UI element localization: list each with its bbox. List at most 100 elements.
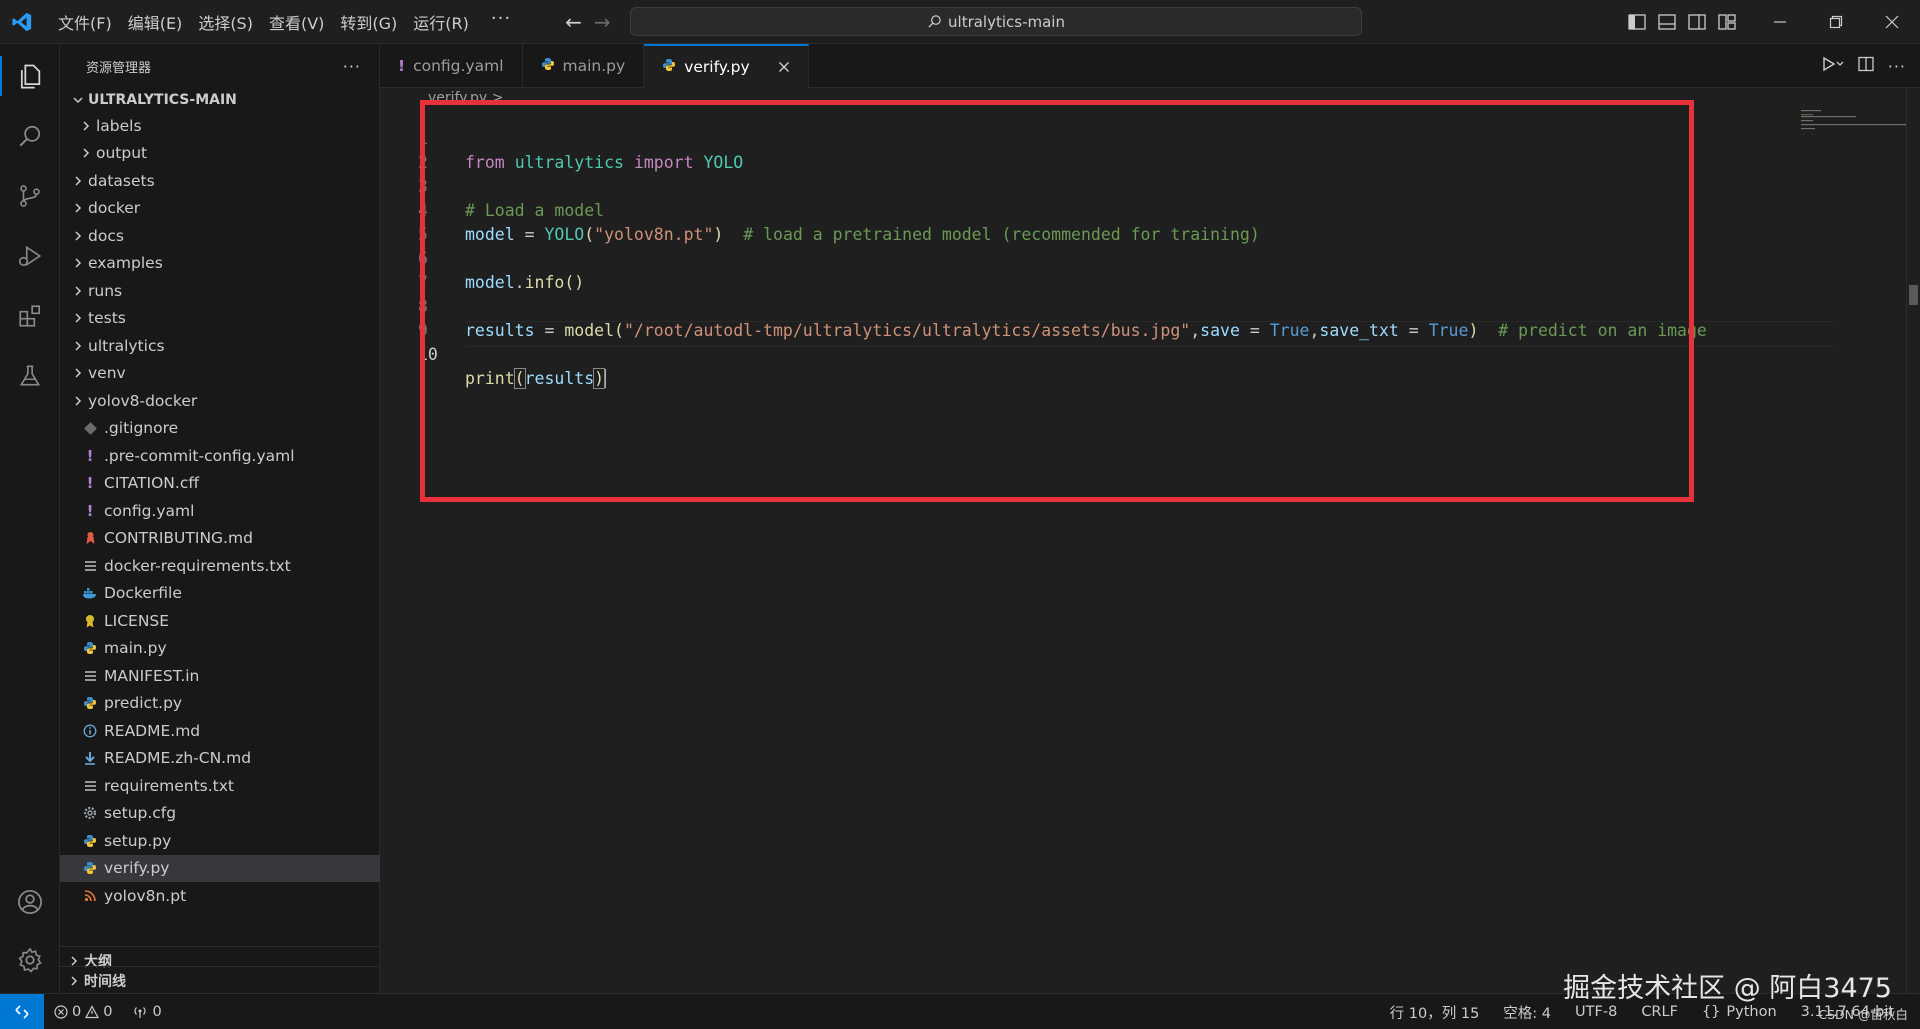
ports-count: 0	[152, 1003, 162, 1020]
file-item[interactable]: verify.py	[60, 854, 380, 882]
menu-bar: 文件(F) 编辑(E) 选择(S) 查看(V) 转到(G) 运行(R) ···	[50, 6, 525, 38]
back-arrow-icon[interactable]: ←	[565, 10, 582, 34]
forward-arrow-icon[interactable]: →	[594, 10, 611, 34]
activity-bar	[0, 44, 60, 993]
run-debug-icon[interactable]	[0, 228, 60, 284]
chevron-right-icon	[76, 120, 96, 132]
file-item[interactable]: predict.py	[60, 690, 380, 718]
manage-gear-icon[interactable]	[0, 932, 60, 988]
folder-item[interactable]: venv	[60, 360, 380, 388]
indentation[interactable]: 空格: 4	[1503, 1002, 1551, 1023]
chevron-right-icon	[68, 175, 88, 187]
tab-verify-py[interactable]: verify.py	[644, 44, 809, 88]
file-item[interactable]: ! CITATION.cff	[60, 470, 380, 498]
remote-indicator-icon[interactable]	[0, 993, 44, 1029]
file-item[interactable]: Dockerfile	[60, 580, 380, 608]
minimize-button[interactable]	[1752, 0, 1808, 44]
accounts-icon[interactable]	[0, 874, 60, 930]
menu-more-button[interactable]: ···	[477, 8, 525, 35]
folder-item[interactable]: examples	[60, 250, 380, 278]
tree-item-label: ultralytics	[88, 336, 165, 355]
toggle-primary-sidebar-icon[interactable]	[1622, 0, 1652, 44]
file-item[interactable]: ! .pre-commit-config.yaml	[60, 442, 380, 470]
run-python-file-icon[interactable]	[1822, 56, 1844, 76]
end-of-line[interactable]: CRLF	[1641, 1004, 1678, 1020]
file-item[interactable]: README.zh-CN.md	[60, 745, 380, 773]
toggle-panel-icon[interactable]	[1652, 0, 1682, 44]
chevron-right-icon	[68, 395, 88, 407]
menu-item[interactable]: 运行(R)	[405, 6, 477, 38]
tree-item-label: main.py	[104, 639, 167, 658]
testing-flask-icon[interactable]	[0, 348, 60, 404]
tree-item-label: LICENSE	[104, 611, 170, 630]
language-label: Python	[1726, 1004, 1777, 1020]
tab-config-yaml[interactable]: ! config.yaml	[380, 44, 523, 88]
chevron-right-icon	[68, 257, 88, 269]
toggle-secondary-sidebar-icon[interactable]	[1682, 0, 1712, 44]
extensions-icon[interactable]	[0, 288, 60, 344]
search-view-icon[interactable]	[0, 108, 60, 164]
encoding[interactable]: UTF-8	[1575, 1004, 1617, 1020]
contributing-file-icon	[80, 531, 100, 545]
file-item[interactable]: MANIFEST.in	[60, 662, 380, 690]
file-item[interactable]: main.py	[60, 635, 380, 663]
editor-scrollbar[interactable]	[1906, 88, 1920, 993]
vscode-logo-icon	[0, 0, 44, 44]
tab-main-py[interactable]: main.py	[523, 44, 645, 88]
tree-item-label: .pre-commit-config.yaml	[104, 446, 295, 465]
tree-item-label: docs	[88, 226, 124, 245]
close-tab-icon[interactable]	[778, 58, 790, 77]
tree-item-label: docker-requirements.txt	[104, 556, 291, 575]
folder-item[interactable]: yolov8-docker	[60, 387, 380, 415]
menu-item[interactable]: 转到(G)	[332, 6, 405, 38]
menu-item[interactable]: 编辑(E)	[120, 6, 191, 38]
problems-indicator[interactable]: 0 0	[54, 1004, 112, 1020]
file-item[interactable]: setup.cfg	[60, 800, 380, 828]
file-item[interactable]: setup.py	[60, 827, 380, 855]
folder-item[interactable]: tests	[60, 305, 380, 333]
cursor-position[interactable]: 行 10，列 15	[1390, 1002, 1480, 1023]
menu-item[interactable]: 查看(V)	[261, 6, 332, 38]
folder-item[interactable]: runs	[60, 277, 380, 305]
chevron-down-icon	[68, 94, 88, 106]
folder-item[interactable]: ultralytics	[60, 332, 380, 360]
file-item[interactable]: CONTRIBUTING.md	[60, 525, 380, 553]
split-editor-icon[interactable]	[1858, 56, 1874, 76]
file-item[interactable]: README.md	[60, 717, 380, 745]
menu-item[interactable]: 文件(F)	[50, 6, 120, 38]
title-bar-controls	[1622, 0, 1920, 44]
error-icon	[54, 1004, 68, 1019]
customize-layout-icon[interactable]	[1712, 0, 1742, 44]
language-mode[interactable]: {} Python	[1702, 1004, 1777, 1020]
more-actions-icon[interactable]: ···	[1888, 57, 1906, 76]
source-control-icon[interactable]	[0, 168, 60, 224]
folder-item[interactable]: labels	[60, 112, 380, 140]
code-editor[interactable]: verify.py > ... 1 from ultralytics impor…	[380, 88, 1920, 993]
close-window-button[interactable]	[1864, 0, 1920, 44]
menu-item[interactable]: 选择(S)	[190, 6, 261, 38]
minimap[interactable]	[1801, 108, 1906, 138]
sidebar-title: 资源管理器	[86, 60, 152, 76]
file-item[interactable]: requirements.txt	[60, 772, 380, 800]
tree-item-label: tests	[88, 309, 126, 328]
python-file-icon	[80, 641, 100, 655]
text-file-icon	[80, 670, 100, 682]
file-item[interactable]: ! config.yaml	[60, 497, 380, 525]
folder-item[interactable]: datasets	[60, 167, 380, 195]
sidebar-more-actions[interactable]: ···	[343, 57, 361, 76]
workspace-root[interactable]: ULTRALYTICS-MAIN	[60, 88, 379, 112]
file-item[interactable]: docker-requirements.txt	[60, 552, 380, 580]
file-item[interactable]: yolov8n.pt	[60, 882, 380, 910]
command-center-search[interactable]: ultralytics-main	[630, 7, 1362, 36]
folder-item[interactable]: docs	[60, 222, 380, 250]
timeline-section[interactable]: 时间线	[60, 966, 380, 994]
file-item[interactable]: LICENSE	[60, 607, 380, 635]
ports-indicator[interactable]: 0	[132, 1003, 162, 1020]
restore-button[interactable]	[1808, 0, 1864, 44]
title-bar: 文件(F) 编辑(E) 选择(S) 查看(V) 转到(G) 运行(R) ··· ← → ul…	[0, 0, 1920, 44]
file-item[interactable]: .gitignore	[60, 415, 380, 443]
explorer-icon[interactable]	[0, 48, 60, 104]
scroll-thumb[interactable]	[1909, 285, 1918, 305]
folder-item[interactable]: output	[60, 140, 380, 168]
folder-item[interactable]: docker	[60, 195, 380, 223]
